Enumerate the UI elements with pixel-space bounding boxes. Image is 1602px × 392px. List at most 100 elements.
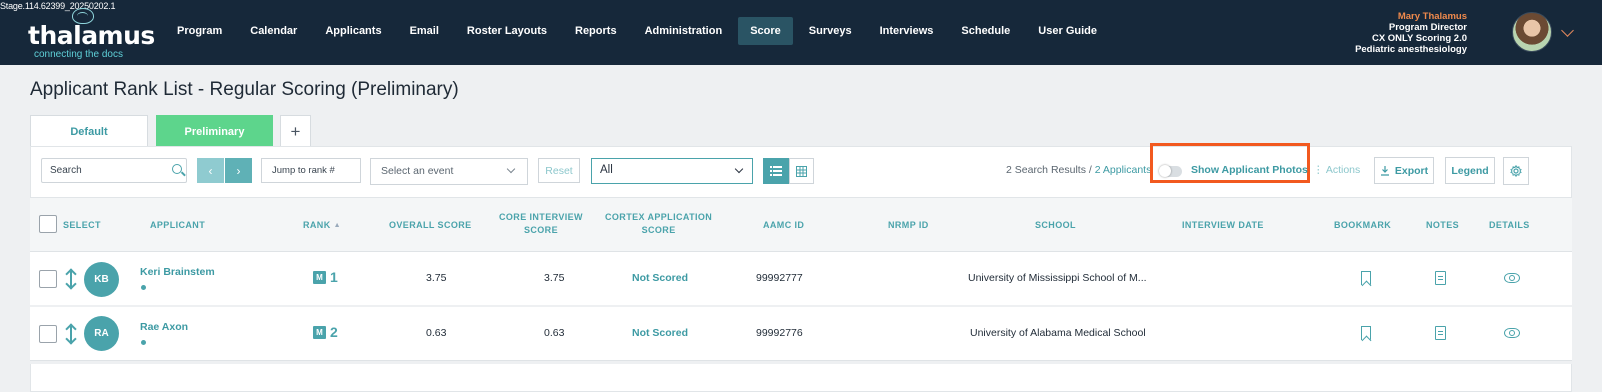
user-name: Mary Thalamus	[1397, 11, 1467, 22]
results-count: 2 Search Results /	[1006, 164, 1095, 176]
column-select: SELECT	[63, 220, 101, 230]
school-name: University of Alabama Medical School	[970, 327, 1146, 339]
jump-to-rank-input[interactable]: Jump to rank #	[261, 158, 361, 183]
column-core-interview-line2: SCORE	[523, 225, 558, 235]
column-aamc-id[interactable]: AAMC ID	[763, 219, 804, 232]
event-select-label: Select an event	[381, 165, 454, 177]
nav-item-applicants[interactable]: Applicants	[313, 17, 393, 45]
logo-tagline: connecting the docs	[34, 49, 123, 60]
list-icon	[770, 166, 782, 176]
eye-icon[interactable]	[1504, 273, 1520, 283]
aamc-id: 99992776	[756, 327, 803, 339]
drag-handle-icon[interactable]	[70, 271, 72, 287]
settings-button[interactable]	[1503, 157, 1529, 185]
avatar: RA	[84, 316, 119, 351]
nav-item-surveys[interactable]: Surveys	[797, 17, 864, 45]
column-nrmp-id[interactable]: NRMP ID	[888, 219, 929, 232]
row-checkbox[interactable]	[39, 325, 57, 343]
next-button[interactable]: ›	[225, 158, 252, 183]
column-bookmark: BOOKMARK	[1334, 220, 1392, 230]
thalamus-logo[interactable]: thalamus connecting the docs	[28, 8, 155, 60]
table-row[interactable]: RA Rae Axon M 2 0.63 0.63 Not Scored 999…	[30, 307, 1572, 361]
column-cortex-line2: SCORE	[641, 225, 676, 235]
nav-item-reports[interactable]: Reports	[563, 17, 629, 45]
search-input[interactable]: Search	[41, 158, 187, 183]
column-school[interactable]: SCHOOL	[1035, 219, 1076, 232]
column-cortex-line1: CORTEX APPLICATION	[605, 212, 713, 222]
row-checkbox[interactable]	[39, 270, 57, 288]
column-rank-label: RANK	[303, 220, 331, 230]
prev-button[interactable]: ‹	[197, 158, 224, 183]
nav-item-interviews[interactable]: Interviews	[868, 17, 946, 45]
nav-item-calendar[interactable]: Calendar	[238, 17, 309, 45]
download-icon	[1380, 165, 1389, 176]
list-view-button[interactable]	[763, 158, 789, 184]
reset-button[interactable]: Reset	[538, 158, 580, 183]
eye-icon[interactable]	[1504, 328, 1520, 338]
status-dot	[141, 285, 146, 290]
column-core-interview-score[interactable]: CORE INTERVIEW SCORE	[499, 211, 583, 237]
event-select[interactable]: Select an event	[370, 158, 528, 185]
rank-value: 2	[330, 324, 338, 340]
grid-view-button[interactable]	[789, 158, 814, 184]
column-cortex-application-score[interactable]: CORTEX APPLICATION SCORE	[605, 211, 712, 237]
select-all-checkbox[interactable]	[39, 215, 57, 233]
search-icon[interactable]	[172, 164, 182, 174]
bookmark-icon[interactable]	[1361, 271, 1371, 285]
match-badge: M	[313, 326, 326, 339]
notes-icon[interactable]	[1435, 271, 1446, 285]
column-applicant[interactable]: APPLICANT	[150, 219, 205, 232]
table-row[interactable]: KB Keri Brainstem M 1 3.75 3.75 Not Scor…	[30, 252, 1572, 306]
nav-item-administration[interactable]: Administration	[633, 17, 735, 45]
legend-button[interactable]: Legend	[1445, 157, 1495, 184]
show-photos-toggle[interactable]	[1159, 165, 1182, 177]
export-label: Export	[1394, 164, 1429, 177]
actions-button[interactable]: ⋮ Actions	[1313, 164, 1360, 176]
applicants-link[interactable]: 2 Applicants	[1095, 164, 1152, 176]
row-divider	[30, 361, 1572, 364]
user-avatar[interactable]	[1512, 12, 1552, 52]
sort-asc-icon: ▲	[333, 222, 341, 229]
filter-select-value: All	[600, 164, 613, 176]
highlight-annotation	[1150, 143, 1310, 183]
nav-item-schedule[interactable]: Schedule	[949, 17, 1022, 45]
add-view-button[interactable]: +	[280, 115, 311, 148]
user-program: CX ONLY Scoring 2.0	[1371, 33, 1467, 44]
user-info[interactable]: Mary Thalamus Program Director CX ONLY S…	[1355, 11, 1467, 55]
nav-item-program[interactable]: Program	[165, 17, 234, 45]
column-rank[interactable]: RANK ▲	[303, 219, 341, 232]
tab-preliminary[interactable]: Preliminary	[156, 115, 273, 148]
main-nav: Program Calendar Applicants Email Roster…	[165, 17, 1113, 45]
grid-icon	[796, 165, 807, 177]
page-title: Applicant Rank List - Regular Scoring (P…	[30, 79, 459, 100]
notes-icon[interactable]	[1435, 326, 1446, 340]
drag-handle-icon[interactable]	[70, 326, 72, 342]
column-notes: NOTES	[1426, 220, 1460, 230]
export-button[interactable]: Export	[1374, 157, 1434, 184]
column-interview-date[interactable]: INTERVIEW DATE	[1182, 219, 1264, 232]
logo-wordmark: thalamus	[28, 21, 155, 50]
nav-item-roster-layouts[interactable]: Roster Layouts	[455, 17, 559, 45]
chevron-down-icon[interactable]	[1561, 24, 1574, 37]
tab-default[interactable]: Default	[30, 115, 148, 148]
show-photos-label[interactable]: Show Applicant Photos	[1191, 164, 1308, 176]
filter-select[interactable]: All	[591, 158, 753, 184]
search-results-summary: 2 Search Results / 2 Applicants	[1006, 164, 1151, 176]
user-specialty: Pediatric anesthesiology	[1355, 44, 1467, 55]
column-overall-score[interactable]: OVERALL SCORE	[389, 219, 472, 232]
top-navbar: Stage.114.62399_20250202.1 thalamus conn…	[0, 0, 1602, 65]
nav-item-email[interactable]: Email	[398, 17, 451, 45]
core-interview-score: 3.75	[544, 272, 565, 284]
nav-item-user-guide[interactable]: User Guide	[1026, 17, 1109, 45]
column-core-interview-line1: CORE INTERVIEW	[499, 212, 583, 222]
nav-item-score[interactable]: Score	[738, 17, 793, 45]
applicant-name-link[interactable]: Rae Axon	[140, 321, 188, 333]
gear-icon	[1510, 165, 1522, 177]
match-badge: M	[313, 271, 326, 284]
cortex-score[interactable]: Not Scored	[632, 327, 688, 339]
overall-score: 0.63	[426, 327, 447, 339]
applicant-name-link[interactable]: Keri Brainstem	[140, 266, 215, 278]
bookmark-icon[interactable]	[1361, 326, 1371, 340]
cortex-score[interactable]: Not Scored	[632, 272, 688, 284]
overall-score: 3.75	[426, 272, 447, 284]
